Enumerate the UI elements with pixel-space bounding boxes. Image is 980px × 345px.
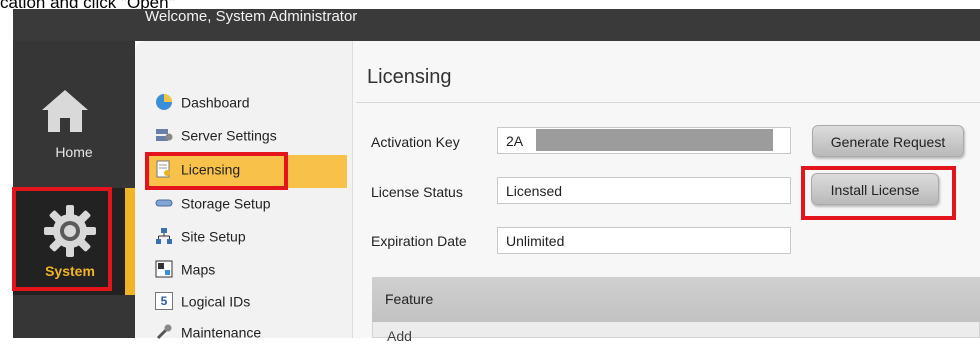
page-title: Licensing	[367, 66, 452, 88]
expiration-date-label: Expiration Date	[371, 233, 467, 249]
menu-item-label: Server Settings	[181, 127, 277, 144]
site-setup-icon	[156, 228, 172, 245]
menu-item-server-settings[interactable]: Server Settings	[155, 126, 277, 148]
generate-request-button[interactable]: Generate Request	[812, 125, 964, 157]
feature-table-header	[372, 277, 980, 322]
menu-item-label: Logical IDs	[181, 293, 251, 310]
license-status-field[interactable]	[497, 177, 791, 204]
maintenance-icon	[156, 324, 172, 340]
system-active-indicator	[125, 188, 135, 295]
system-highlight-box	[12, 187, 112, 291]
licensing-highlight-box	[145, 152, 288, 190]
install-license-highlight-box	[801, 166, 956, 220]
menu-item-maps[interactable]: Maps	[155, 260, 215, 282]
title-divider	[356, 102, 980, 103]
maps-icon	[155, 260, 173, 278]
menu-item-label: Maps	[181, 261, 216, 278]
logical-ids-icon: 5	[155, 292, 173, 311]
server-settings-icon	[156, 129, 173, 142]
expiration-date-field[interactable]	[497, 227, 791, 254]
storage-icon	[155, 199, 173, 207]
menu-item-logical-ids[interactable]: 5 Logical IDs	[155, 292, 250, 314]
nav-home-label: Home	[55, 144, 93, 160]
menu-item-label: Dashboard	[181, 94, 250, 111]
home-icon	[42, 90, 88, 132]
menu-item-storage-setup[interactable]: Storage Setup	[155, 194, 271, 216]
menu-item-label: Site Setup	[181, 228, 246, 245]
table-row: Add	[387, 328, 412, 344]
redacted-key-bar	[536, 129, 773, 151]
welcome-text: Welcome, System Administrator	[145, 8, 358, 25]
activation-key-label: Activation Key	[371, 134, 460, 150]
feature-column-header: Feature	[385, 291, 434, 307]
dashboard-icon	[156, 94, 172, 111]
menu-item-site-setup[interactable]: Site Setup	[155, 227, 246, 249]
menu-item-label: Storage Setup	[181, 195, 271, 212]
menu-item-dashboard[interactable]: Dashboard	[155, 93, 250, 115]
menu-item-maintenance[interactable]: Maintenance	[155, 323, 261, 345]
license-status-label: License Status	[371, 184, 463, 200]
